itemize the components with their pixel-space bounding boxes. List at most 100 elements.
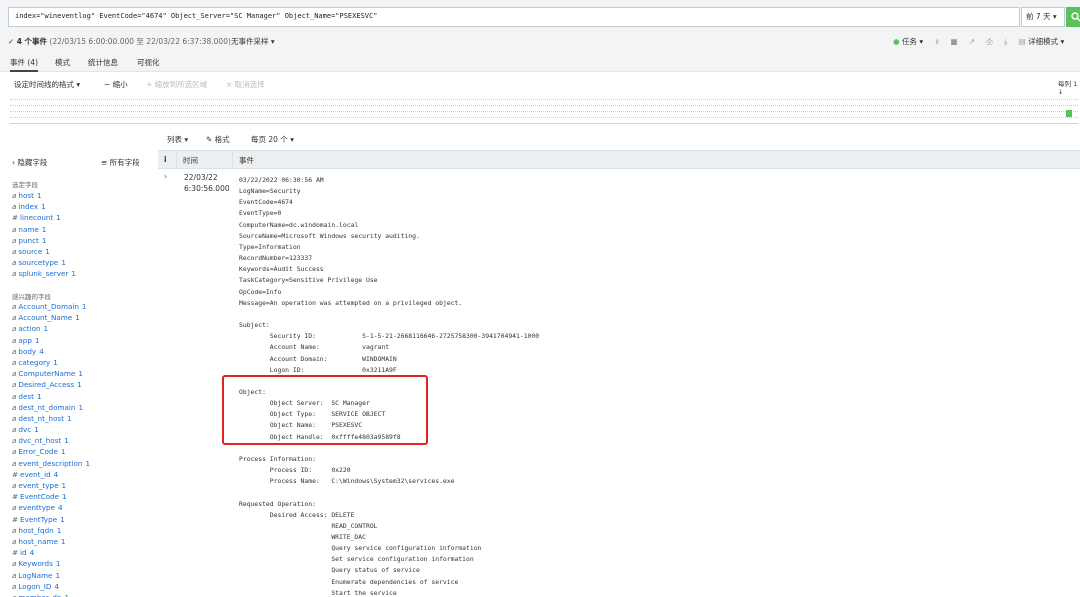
- tab-visualization[interactable]: 可视化: [137, 57, 160, 68]
- event-sampling-dropdown[interactable]: 无事件采样 ▾: [231, 36, 275, 47]
- field-item-member-dn[interactable]: amember_dn1: [12, 592, 90, 597]
- field-count: 1: [34, 425, 39, 435]
- field-item-app[interactable]: a app 1: [12, 335, 90, 346]
- tab-events[interactable]: 事件 (4): [10, 57, 39, 72]
- selected-fields-list: a host 1 a index 1 # linecount 1 a name 1 a punct 1 a so…: [12, 190, 76, 280]
- field-count: 1: [61, 481, 67, 490]
- field-item-desired-access[interactable]: a Desired_Access 1: [12, 379, 90, 390]
- search-button[interactable]: [1066, 7, 1080, 27]
- stop-icon[interactable]: ■: [950, 37, 957, 46]
- field-item-keywords[interactable]: a Keywords 1: [12, 558, 90, 569]
- fields-sidebar: ‹ 隐藏字段 ≡ 所有字段 选定字段 a host 1 a index 1 # linecou…: [0, 150, 155, 597]
- field-item-sourcetype[interactable]: a sourcetype 1: [12, 257, 76, 268]
- timeline-bar[interactable]: [1066, 110, 1072, 117]
- field-item-event-type[interactable]: a event_type 1: [12, 480, 90, 491]
- field-item-account-domain[interactable]: a Account_Domain 1: [12, 301, 90, 312]
- print-icon[interactable]: ⎙: [987, 37, 993, 46]
- field-count: 1: [75, 313, 80, 323]
- job-menu[interactable]: 任务 ▾: [902, 37, 923, 46]
- field-count: 1: [78, 369, 83, 379]
- field-item-body[interactable]: a body 4: [12, 346, 90, 357]
- field-name: host: [18, 191, 34, 200]
- field-item-category[interactable]: a category 1: [12, 357, 90, 368]
- field-name: punct: [18, 235, 39, 245]
- expand-row-icon[interactable]: ›: [164, 172, 167, 181]
- field-item-linecount[interactable]: # linecount 1: [12, 212, 76, 223]
- field-type-icon: a: [12, 402, 17, 412]
- field-type-icon: #: [12, 548, 19, 558]
- field-item-index[interactable]: a index 1: [12, 201, 76, 212]
- object-highlight-box: [222, 375, 428, 445]
- field-type-icon: a: [12, 324, 17, 334]
- field-item-host-name[interactable]: a host_name 1: [12, 536, 90, 547]
- format-button[interactable]: ✎ 格式: [206, 134, 230, 145]
- field-name: sourcetype: [18, 258, 59, 268]
- pause-icon[interactable]: ॥: [934, 37, 939, 46]
- field-count: 1: [55, 570, 61, 580]
- field-item-dvc-nt-host[interactable]: a dvc_nt_host 1: [12, 435, 90, 446]
- field-item-account-name[interactable]: a Account_Name 1: [12, 312, 90, 323]
- tab-statistics[interactable]: 统计信息: [88, 57, 118, 68]
- field-item-logon-id[interactable]: a Logon_ID 4: [12, 581, 90, 592]
- field-item-error-code[interactable]: a Error_Code 1: [12, 446, 90, 457]
- field-name: LogName: [18, 570, 53, 580]
- tab-patterns[interactable]: 模式: [55, 57, 70, 68]
- field-item-event-description[interactable]: a event_description 1: [12, 458, 90, 469]
- field-item-punct[interactable]: a punct 1: [12, 235, 76, 246]
- field-type-icon: a: [12, 302, 17, 311]
- field-item-host-fqdn[interactable]: a host_fqdn 1: [12, 525, 90, 536]
- field-type-icon: a: [12, 369, 17, 379]
- field-name: eventtype: [18, 503, 55, 513]
- export-icon[interactable]: ⤓: [1004, 37, 1007, 46]
- field-item-event-id[interactable]: # event_id 4: [12, 469, 90, 480]
- time-column-header[interactable]: 时间: [183, 155, 198, 166]
- time-range-picker[interactable]: 前 7 天 ▾: [1021, 7, 1065, 27]
- interesting-fields-list: a Account_Domain 1 a Account_Name 1 a action 1 a a…: [12, 301, 90, 597]
- results-toolbar: 列表 ▾ ✎ 格式 每页 20 个 ▾: [158, 130, 1080, 148]
- field-type-icon: a: [12, 335, 17, 345]
- zoom-out-button[interactable]: − 缩小: [104, 79, 128, 90]
- field-item-splunk-server[interactable]: a splunk_server 1: [12, 268, 76, 279]
- field-item-eventtype[interactable]: # EventType 1: [12, 514, 90, 525]
- field-item-action[interactable]: a action 1: [12, 323, 90, 334]
- search-icon: [1071, 12, 1080, 22]
- timeline-chart[interactable]: [0, 95, 1080, 125]
- field-item-host[interactable]: a host 1: [12, 190, 76, 201]
- timeline-gridline: [10, 105, 1078, 106]
- field-item-computername[interactable]: a ComputerName 1: [12, 368, 90, 379]
- share-icon[interactable]: ↗: [969, 37, 975, 46]
- field-item-source[interactable]: a source 1: [12, 246, 76, 257]
- job-controls: ● 任务 ▾ ॥ ■ ↗ ⎙ ⤓ ▤ 详细模式 ▾: [893, 36, 1064, 47]
- field-name: Account_Domain: [18, 302, 79, 311]
- field-item-name[interactable]: a name 1: [12, 224, 76, 235]
- column-divider: [176, 151, 177, 168]
- field-count: 4: [39, 346, 44, 356]
- timeline-gridline: [10, 117, 1078, 118]
- field-count: 1: [60, 514, 65, 524]
- field-count: 1: [45, 246, 50, 256]
- all-fields-button[interactable]: ≡ 所有字段: [101, 157, 140, 168]
- field-item-dvc[interactable]: a dvc 1: [12, 424, 90, 435]
- field-type-icon: #: [12, 469, 19, 479]
- field-item-eventcode[interactable]: # EventCode 1: [12, 491, 90, 502]
- search-mode-dropdown[interactable]: 详细模式 ▾: [1028, 37, 1064, 46]
- selected-fields-title: 选定字段: [12, 181, 38, 189]
- search-input[interactable]: index="wineventlog" EventCode="4674" Obj…: [8, 7, 1020, 27]
- field-item-dest[interactable]: a dest 1: [12, 391, 90, 402]
- zoom-to-selection-button[interactable]: + 缩放到所选区域: [146, 79, 207, 90]
- field-item-dest-nt-host[interactable]: a dest_nt_host 1: [12, 413, 90, 424]
- timeline-format-dropdown[interactable]: 设定时间线的格式 ▾: [14, 79, 80, 90]
- field-item-id[interactable]: # id 4: [12, 547, 90, 558]
- per-page-dropdown[interactable]: 每页 20 个 ▾: [251, 134, 294, 145]
- field-item-logname[interactable]: a LogName 1: [12, 570, 90, 581]
- field-name: index: [18, 202, 39, 212]
- field-item-dest-nt-domain[interactable]: a dest_nt_domain 1: [12, 402, 90, 413]
- deselect-button[interactable]: × 取消选择: [226, 79, 265, 90]
- field-type-icon: a: [12, 593, 16, 597]
- field-name: dvc_nt_host: [18, 436, 62, 446]
- field-count: 1: [85, 458, 91, 468]
- field-type-icon: a: [12, 269, 17, 279]
- field-item-eventtype[interactable]: a eventtype 4: [12, 502, 90, 513]
- hide-fields-button[interactable]: ‹ 隐藏字段: [12, 157, 47, 168]
- list-view-dropdown[interactable]: 列表 ▾: [167, 134, 188, 145]
